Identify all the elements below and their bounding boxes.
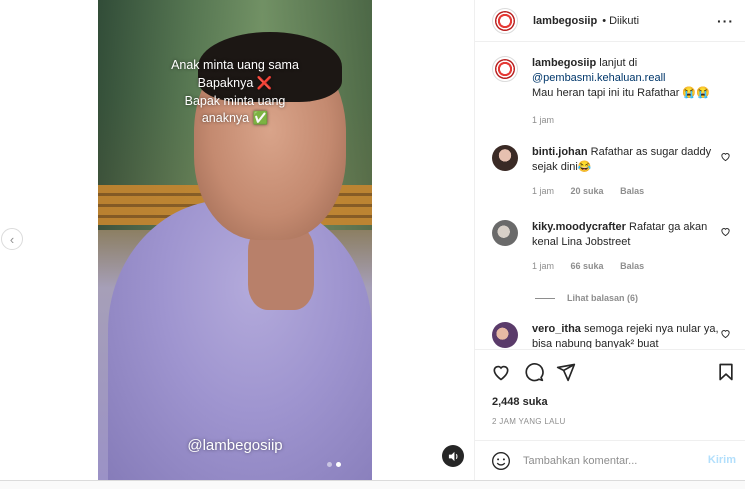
video-caption-line: Bapaknya ❌ xyxy=(197,76,273,90)
post-video[interactable]: Anak minta uang sama Bapaknya ❌ Bapak mi… xyxy=(98,0,372,480)
comment-meta: 1 jam 66 suka Balas xyxy=(532,259,722,274)
comment-text: lanjut di xyxy=(599,57,638,69)
heart-icon[interactable] xyxy=(491,362,511,382)
reply-button[interactable]: Balas xyxy=(620,186,644,196)
view-replies-button[interactable]: Lihat balasan (6) xyxy=(535,293,638,303)
lambegosiip-logo xyxy=(495,10,515,31)
comment-item: binti.johan Rafathar as sugar daddy seja… xyxy=(492,145,737,199)
commenter-avatar[interactable] xyxy=(492,145,518,171)
post-header: lambegosiip • Diikuti ··· xyxy=(475,0,745,42)
video-watermark: @lambegosiip xyxy=(187,437,283,454)
post-media: Anak minta uang sama Bapaknya ❌ Bapak mi… xyxy=(0,0,474,480)
author-avatar[interactable] xyxy=(492,7,518,34)
post-actions xyxy=(475,349,745,394)
comment-username[interactable]: vero_itha xyxy=(532,323,581,335)
comment-time[interactable]: 1 jam xyxy=(532,186,554,196)
post-comment-button[interactable]: Kirim xyxy=(708,454,736,466)
video-caption-line: anaknya ✅ xyxy=(201,111,269,125)
comment-time[interactable]: 1 jam xyxy=(532,261,554,271)
author-username[interactable]: lambegosiip xyxy=(533,15,597,27)
comment-item: vero_itha semoga rejeki nya nular ya, bi… xyxy=(492,322,737,348)
comment-input[interactable] xyxy=(523,454,693,467)
comment-item: kiky.moodycrafter Rafatar ga akan kenal … xyxy=(492,220,737,274)
commenter-avatar[interactable] xyxy=(492,322,518,348)
comment-icon[interactable] xyxy=(524,362,544,382)
heart-icon[interactable] xyxy=(720,151,731,162)
carousel-dot xyxy=(327,462,332,467)
author-avatar[interactable] xyxy=(492,56,518,82)
comment-meta: 1 jam 20 suka Balas xyxy=(532,184,722,199)
heart-icon[interactable] xyxy=(720,328,731,339)
more-icon[interactable]: ··· xyxy=(717,13,734,29)
reply-button[interactable]: Balas xyxy=(620,261,644,271)
post-panel: lambegosiip • Diikuti ··· lambegosiip la… xyxy=(474,0,745,480)
post-time[interactable]: 2 JAM YANG LALU xyxy=(492,417,566,426)
comment-time[interactable]: 1 jam xyxy=(532,115,554,125)
caption-comment: lambegosiip lanjut di @pembasmi.kehaluan… xyxy=(492,56,737,128)
sound-icon xyxy=(448,451,457,461)
bookmark-icon[interactable] xyxy=(716,362,736,382)
lambegosiip-logo xyxy=(495,59,515,79)
heart-icon[interactable] xyxy=(720,226,731,237)
comment-username[interactable]: binti.johan xyxy=(532,146,588,158)
comment-username[interactable]: lambegosiip xyxy=(532,57,596,69)
mention-link[interactable]: @pembasmi.kehaluan.reall xyxy=(532,72,665,84)
comment-meta: 1 jam xyxy=(532,113,722,128)
view-replies-label: Lihat balasan (6) xyxy=(567,293,639,303)
carousel-dot-active xyxy=(336,462,341,467)
chevron-left-icon: ‹ xyxy=(9,231,15,247)
comment-text: Mau heran tapi ini itu Rafathar 😭😭 xyxy=(532,87,710,99)
comment-username[interactable]: kiky.moodycrafter xyxy=(532,221,626,233)
replies-divider xyxy=(535,297,555,299)
likes-count[interactable]: 2,448 suka xyxy=(492,396,548,408)
emoji-icon[interactable] xyxy=(491,451,511,471)
bottom-bar xyxy=(0,480,745,489)
sound-toggle-button[interactable] xyxy=(442,445,464,467)
commenter-avatar[interactable] xyxy=(492,220,518,246)
add-comment-bar: Kirim xyxy=(475,440,745,480)
follow-status[interactable]: • Diikuti xyxy=(602,15,639,27)
prev-slide-button[interactable]: ‹ xyxy=(1,228,23,250)
video-caption-line: Bapak minta uang xyxy=(184,94,286,108)
comments-list[interactable]: lambegosiip lanjut di @pembasmi.kehaluan… xyxy=(475,43,745,348)
carousel-dots xyxy=(327,462,341,467)
share-icon[interactable] xyxy=(556,362,576,382)
comment-likes[interactable]: 20 suka xyxy=(571,186,604,196)
video-caption-line: Anak minta uang sama xyxy=(171,58,299,72)
comment-likes[interactable]: 66 suka xyxy=(571,261,604,271)
